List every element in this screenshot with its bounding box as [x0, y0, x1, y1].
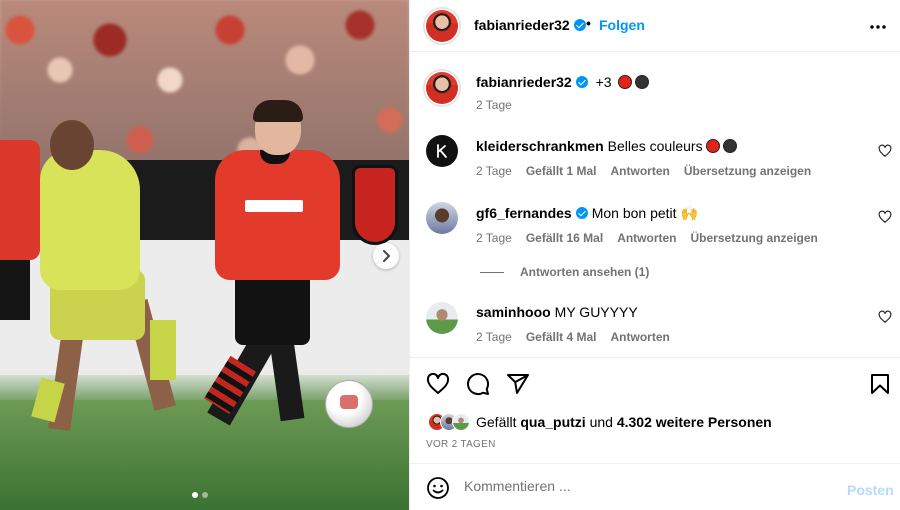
post-date[interactable]: VOR 2 TAGEN: [426, 439, 496, 450]
comment-username[interactable]: kleiderschrankmen: [476, 138, 604, 154]
comment-icon[interactable]: [466, 372, 490, 396]
replies-divider: [480, 271, 504, 273]
post-header: fabianrieder32 • Folgen: [410, 0, 900, 52]
comment-meta: 2 Tage Gefällt 1 Mal Antworten Übersetzu…: [476, 164, 811, 178]
post-comment-button[interactable]: Posten: [847, 482, 894, 498]
comment-timestamp[interactable]: 2 Tage: [476, 231, 512, 245]
comment-meta: 2 Tage Gefällt 4 Mal Antworten: [476, 330, 670, 344]
caption-timestamp[interactable]: 2 Tage: [476, 98, 512, 112]
follow-button[interactable]: Folgen: [599, 17, 645, 33]
share-icon[interactable]: [506, 372, 530, 396]
comment-composer: Posten: [410, 463, 900, 510]
comment-username[interactable]: saminhooo: [476, 304, 551, 320]
caption-avatar[interactable]: [426, 72, 458, 104]
carousel-next-button[interactable]: [373, 243, 399, 269]
red-player-hair: [253, 100, 303, 122]
liker-username[interactable]: qua_putzi: [520, 414, 585, 430]
comment-text: Mon bon petit: [591, 205, 677, 221]
reply-button[interactable]: Antworten: [611, 164, 670, 178]
heart-icon[interactable]: [426, 372, 450, 396]
football: [325, 380, 373, 428]
comment-avatar[interactable]: [426, 202, 458, 234]
author-username[interactable]: fabianrieder32: [474, 17, 586, 33]
likes-prefix: Gefällt: [476, 414, 517, 430]
view-replies-label[interactable]: Antworten ansehen (1): [520, 265, 649, 279]
bookmark-icon[interactable]: [868, 372, 892, 396]
post-image[interactable]: [0, 0, 409, 510]
chevron-right-icon: [383, 250, 390, 262]
background-player: [0, 140, 40, 260]
likes-summary[interactable]: Gefällt qua_putzi und 4.302 weitere Pers…: [428, 413, 772, 431]
black-circle-emoji: [722, 139, 737, 153]
comment-likes[interactable]: Gefällt 1 Mal: [526, 164, 597, 178]
comment-text-row: gf6_fernandes Mon bon petit 🙌: [476, 205, 698, 222]
comment-likes[interactable]: Gefällt 16 Mal: [526, 231, 603, 245]
comment-meta: 2 Tage Gefällt 16 Mal Antworten Übersetz…: [476, 231, 818, 245]
comment-timestamp[interactable]: 2 Tage: [476, 164, 512, 178]
view-replies-button[interactable]: Antworten ansehen (1): [480, 265, 649, 279]
likes-connector: und: [589, 414, 613, 430]
more-horizontal-icon[interactable]: [868, 17, 888, 37]
yellow-player-shirt: [40, 150, 140, 290]
red-player-shorts: [235, 270, 310, 345]
club-crest: [352, 165, 398, 245]
actions-divider: [410, 357, 900, 358]
red-circle-emoji: [705, 139, 720, 153]
carousel-dot-active: [192, 492, 198, 498]
caption-text: +3: [595, 74, 612, 90]
raised-hands-emoji: 🙌: [680, 206, 698, 222]
comment-text: MY GUYYYY: [554, 304, 638, 320]
kleiderschrank-logo-icon: [437, 144, 447, 158]
verified-icon: [573, 19, 586, 31]
likes-text: Gefällt qua_putzi und 4.302 weitere Pers…: [476, 414, 772, 430]
caption-username[interactable]: fabianrieder32: [476, 74, 572, 90]
yellow-player-sock: [150, 320, 176, 380]
comment-text-row: kleiderschrankmen Belles couleurs: [476, 138, 737, 154]
comment-avatar[interactable]: [426, 135, 458, 167]
verified-icon: [575, 76, 588, 88]
yellow-player-head: [50, 120, 94, 170]
emoji-icon[interactable]: [426, 476, 450, 500]
liker-avatar: [452, 413, 470, 431]
caption: fabianrieder32 +3: [476, 74, 650, 90]
comment-avatar[interactable]: [426, 302, 458, 334]
red-circle-emoji: [618, 75, 633, 89]
carousel-dot: [202, 492, 208, 498]
comment-timestamp[interactable]: 2 Tage: [476, 330, 512, 344]
header-separator: •: [586, 15, 591, 31]
reply-button[interactable]: Antworten: [617, 231, 676, 245]
comment-username[interactable]: gf6_fernandes: [476, 205, 572, 221]
black-circle-emoji: [635, 75, 650, 89]
verified-icon: [575, 207, 588, 219]
comment-text-row: saminhooo MY GUYYYY: [476, 304, 638, 320]
reply-button[interactable]: Antworten: [611, 330, 670, 344]
comment-likes[interactable]: Gefällt 4 Mal: [526, 330, 597, 344]
post-sidebar: fabianrieder32 • Folgen fabianrieder32 +…: [409, 0, 900, 510]
carousel-indicator: [192, 492, 208, 498]
translate-button[interactable]: Übersetzung anzeigen: [684, 164, 811, 178]
comment-input[interactable]: [464, 478, 834, 494]
like-comment-heart-icon[interactable]: [878, 310, 892, 324]
author-avatar[interactable]: [426, 10, 458, 42]
shirt-sponsor: [245, 200, 303, 212]
author-username-text[interactable]: fabianrieder32: [474, 17, 570, 33]
translate-button[interactable]: Übersetzung anzeigen: [691, 231, 818, 245]
red-player-shirt: [215, 150, 340, 280]
like-comment-heart-icon[interactable]: [878, 144, 892, 158]
likes-others-count[interactable]: 4.302 weitere Personen: [617, 414, 772, 430]
like-comment-heart-icon[interactable]: [878, 210, 892, 224]
background-player-shorts: [0, 260, 30, 320]
comment-text: Belles couleurs: [607, 138, 703, 154]
